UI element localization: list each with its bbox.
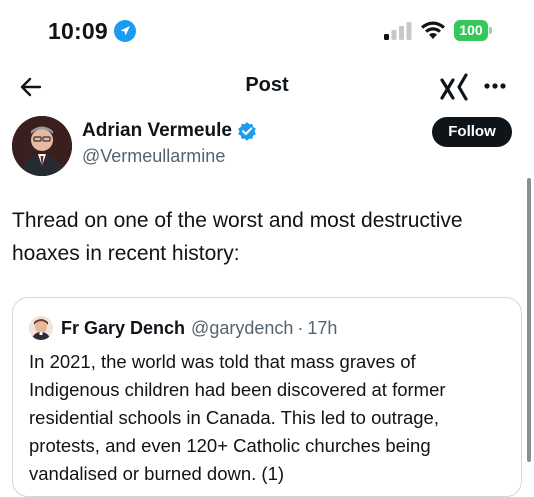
tweet-text: Thread on one of the worst and most dest… — [12, 209, 463, 265]
avatar[interactable] — [12, 116, 72, 176]
wifi-icon — [421, 21, 445, 39]
quoted-tweet-text: In 2021, the world was told that mass gr… — [29, 351, 446, 484]
quoted-tweet-author-name: Fr Gary Dench — [61, 317, 186, 338]
battery-level: 100 — [454, 20, 488, 41]
quoted-avatar-image — [29, 316, 53, 340]
scrollbar[interactable] — [527, 178, 531, 462]
author-name-line: Adrian Vermeule — [82, 120, 257, 142]
more-icon[interactable] — [482, 76, 508, 96]
author-name[interactable]: Adrian Vermeule — [82, 120, 232, 142]
quoted-tweet-card[interactable]: Fr Gary Dench @garydench · 17h In 2021, … — [12, 297, 522, 497]
status-time: 10:09 — [48, 18, 108, 44]
location-arrow-icon — [114, 20, 136, 42]
quoted-tweet-time: 17h — [307, 317, 338, 338]
battery-tip — [489, 27, 492, 34]
battery-indicator: 100 — [454, 20, 492, 42]
verified-badge-icon — [238, 122, 256, 141]
nav-bar: Post — [0, 62, 534, 112]
status-bar: 10:09 100 — [0, 0, 534, 62]
quoted-tweet-avatar — [29, 316, 53, 340]
quoted-tweet-author-handle: @garydench — [191, 317, 294, 338]
cellular-signal-icon — [384, 22, 412, 40]
avatar-image — [12, 116, 72, 176]
author-handle[interactable]: @Vermeullarmine — [82, 146, 225, 167]
quoted-tweet-header: Fr Gary Dench @garydench · 17h — [29, 316, 337, 340]
follow-button[interactable]: Follow — [432, 117, 512, 147]
author-row: Adrian Vermeule @Vermeullarmine Follow — [0, 112, 534, 184]
quoted-tweet-separator: · — [297, 317, 304, 338]
grok-icon[interactable] — [440, 72, 470, 102]
